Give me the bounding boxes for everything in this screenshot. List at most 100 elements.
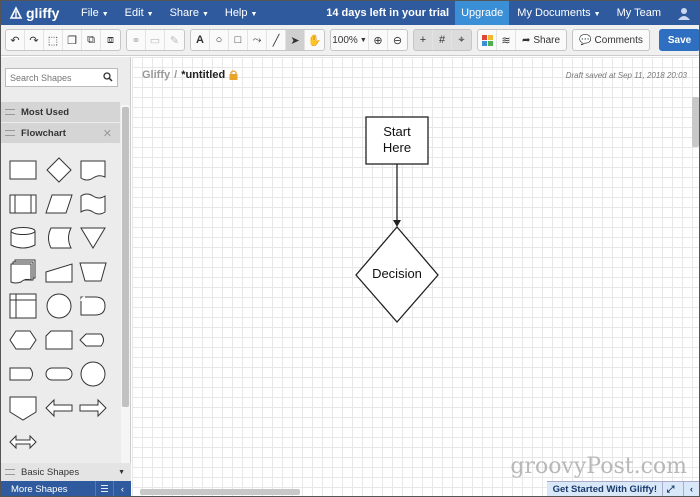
my-team-menu[interactable]: My Team [609,7,669,19]
more-shapes-button[interactable]: More Shapes [11,484,68,495]
get-started-link[interactable]: Get Started With Gliffy! [553,484,657,495]
canvas-horizontal-scrollbar[interactable] [140,489,300,495]
upgrade-button[interactable]: Upgrade [455,1,510,25]
menu-file-label: File [81,7,99,19]
gliffy-logo-icon [9,6,23,19]
chevron-left-icon[interactable]: ‹ [683,481,699,496]
zoom-select[interactable]: 100% ▼ [331,30,369,50]
grid-toggle-button[interactable]: + [414,30,433,50]
theme-button[interactable] [478,30,497,50]
scrollbar-thumb[interactable] [122,107,129,407]
manual-input-shape-icon[interactable] [45,258,73,286]
drag-handle-icon[interactable] [5,109,15,115]
line-tool-button[interactable]: ╱ [267,30,286,50]
off-page-shape-icon[interactable] [9,360,37,388]
menu-file[interactable]: File ▼ [73,7,117,19]
zoom-out-button[interactable]: ⊖ [388,30,407,50]
process-shape-icon[interactable] [9,156,37,184]
right-arrow-shape-icon[interactable] [79,394,107,422]
shapes-scrollbar[interactable] [121,105,130,470]
undo-button[interactable]: ↶ [6,30,25,50]
settings-sliders-icon[interactable]: ☰ [95,481,113,496]
internal-storage-shape-icon[interactable] [9,292,37,320]
drag-handle-icon[interactable] [5,130,15,136]
delay-shape-icon[interactable] [79,292,107,320]
group-button[interactable]: ❐ [63,30,82,50]
multiple-documents-shape-icon[interactable] [9,258,37,286]
my-team-label: My Team [616,7,661,19]
section-most-used[interactable]: Most Used [1,102,120,122]
circle-shape-icon[interactable] [79,360,107,388]
section-flowchart-label: Flowchart [21,127,66,139]
expand-icon[interactable]: ⤢ [662,481,678,496]
zoom-in-button[interactable]: ⊕ [369,30,388,50]
select-area-button[interactable]: ⬚ [44,30,63,50]
snap-grid-button[interactable]: # [433,30,452,50]
ellipse-tool-button[interactable]: ○ [210,30,229,50]
redo-button[interactable]: ↷ [25,30,44,50]
connector-shape-icon[interactable] [45,292,73,320]
double-arrow-shape-icon[interactable] [9,428,37,456]
off-page-reference-shape-icon[interactable] [9,394,37,422]
pointer-tool-button[interactable]: ➤ [286,30,305,50]
link-button[interactable]: ⚭ [127,30,146,50]
document-shape-icon[interactable] [79,156,107,184]
drawing-canvas[interactable]: Gliffy / *untitled Draft saved at Sep 11… [132,57,699,496]
tape-shape-icon[interactable] [79,190,107,218]
display-shape-icon[interactable] [79,326,107,354]
terminator-shape-icon[interactable] [45,360,73,388]
share-button[interactable]: ➦ Share [516,30,566,50]
close-section-icon[interactable]: ✕ [103,127,112,140]
logo-text: gliffy [26,5,60,21]
preparation-shape-icon[interactable] [9,326,37,354]
menu-edit[interactable]: Edit ▼ [117,7,162,19]
chevron-down-icon: ▼ [118,468,125,476]
section-flowchart[interactable]: Flowchart ✕ [1,123,120,143]
stored-data-shape-icon[interactable] [45,224,73,252]
search-icon[interactable] [103,72,113,82]
chevron-down-icon: ▼ [250,11,258,18]
flowchart-shapes-grid [1,150,120,460]
decision-label[interactable]: Decision [356,266,438,281]
start-here-label[interactable]: Start Here [366,124,428,156]
comments-button[interactable]: 💬 Comments [573,30,649,50]
text-tool-button[interactable]: A [191,30,210,50]
brush-icon: ✎ [169,34,180,47]
trial-status: 14 days left in your trial [326,7,450,19]
menu-share[interactable]: Share ▼ [162,7,217,19]
merge-shape-icon[interactable] [79,224,107,252]
data-shape-icon[interactable] [45,190,73,218]
predefined-process-shape-icon[interactable] [9,190,37,218]
gliffy-logo[interactable]: gliffy [1,5,71,21]
decision-shape-icon[interactable] [45,156,73,184]
card-shape-icon[interactable] [45,326,73,354]
send-back-button[interactable]: ⧈ [101,30,120,50]
menu-help[interactable]: Help ▼ [217,7,266,19]
user-avatar[interactable] [669,1,699,25]
comment-icon: 💬 [579,34,592,46]
left-arrow-shape-icon[interactable] [45,394,73,422]
layers-button[interactable]: ≋ [497,30,516,50]
search-shapes-input[interactable] [10,72,98,83]
canvas-vertical-scrollbar[interactable] [692,97,699,482]
my-documents-menu[interactable]: My Documents ▼ [509,7,608,19]
style-button[interactable]: ✎ [165,30,184,50]
connector-tool-button[interactable]: ⤳ [248,30,267,50]
start-label-line1: Start [383,124,411,139]
line-icon: ╱ [272,34,280,47]
save-button[interactable]: Save [658,29,699,51]
bring-front-button[interactable]: ⧉ [82,30,101,50]
section-basic-shapes[interactable]: Basic Shapes ▼ [1,463,131,481]
database-shape-icon[interactable] [9,224,37,252]
zoom-in-icon: ⊕ [373,34,383,47]
pan-tool-button[interactable]: ✋ [305,30,324,50]
snap-shapes-button[interactable]: ⌖ [452,30,471,50]
collapse-panel-icon[interactable]: ‹ [113,481,131,496]
rectangle-tool-button[interactable]: □ [229,30,248,50]
note-button[interactable]: ▭ [146,30,165,50]
manual-operation-shape-icon[interactable] [79,258,107,286]
drag-handle-icon[interactable] [5,469,15,475]
plus-grid-icon: + [419,34,427,46]
chevron-down-icon: ▼ [201,11,209,18]
scrollbar-thumb[interactable] [692,97,699,147]
